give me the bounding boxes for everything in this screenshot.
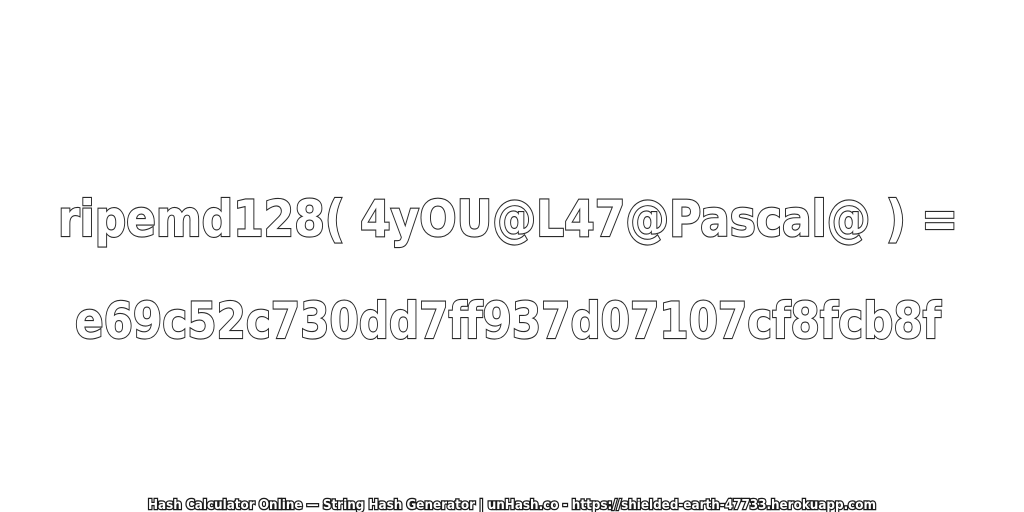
hash-value-text: e69c52c730dd7ff937d07107cf8fcb8f (75, 292, 942, 350)
hash-result-svg: ripemd128( 4yOU@L47@Pascal@ ) = e69c52c7… (57, 189, 959, 512)
hash-expression-text: ripemd128( 4yOU@L47@Pascal@ ) = (58, 190, 958, 248)
footer-credit-text: Hash Calculator Online — String Hash Gen… (148, 498, 876, 512)
hash-result-image: ripemd128( 4yOU@L47@Pascal@ ) = e69c52c7… (0, 0, 1024, 512)
